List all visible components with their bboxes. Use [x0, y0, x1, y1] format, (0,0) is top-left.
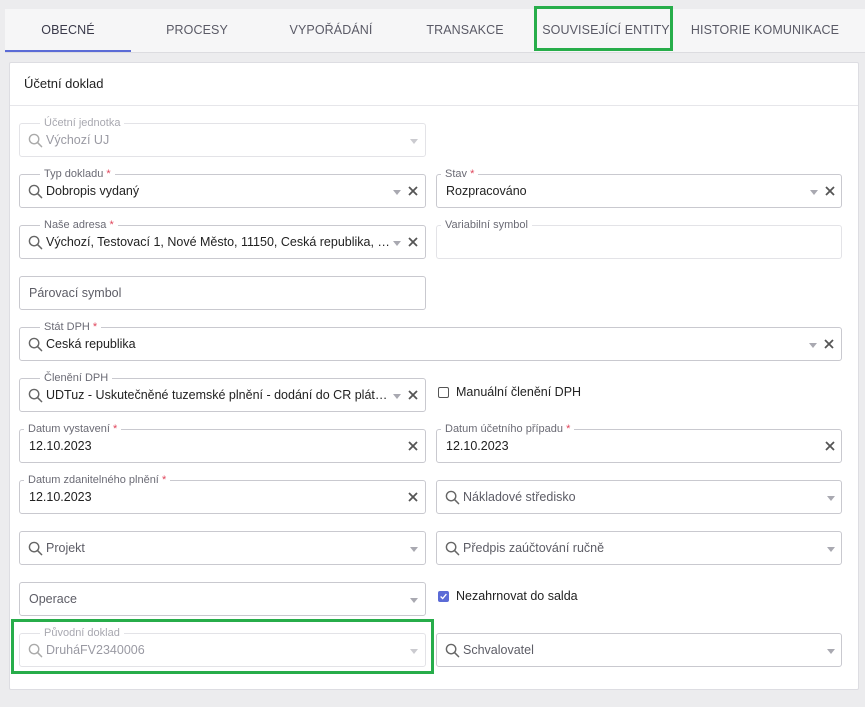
search-icon: [445, 643, 460, 658]
predpis-zauctovani-field[interactable]: Předpis zaúčtování ručně: [436, 531, 842, 565]
clear-icon[interactable]: [408, 186, 418, 196]
tab-historie-komunikace[interactable]: HISTORIE KOMUNIKACE: [677, 9, 853, 51]
field-placeholder: Nákladové středisko: [463, 490, 576, 504]
tab-transakce[interactable]: TRANSAKCE: [399, 9, 531, 51]
field-value: Dobropis vydaný: [46, 184, 140, 198]
clear-icon[interactable]: [825, 441, 835, 451]
field-value: Rozpracováno: [446, 184, 527, 198]
field-placeholder: Schvalovatel: [463, 643, 534, 657]
tab-bar: OBECNÉ PROCESY VYPOŘÁDÁNÍ TRANSAKCE SOUV…: [5, 9, 865, 53]
highlight-box-tab: [534, 6, 673, 51]
panel-title: Účetní doklad: [10, 63, 858, 106]
search-icon: [28, 388, 43, 403]
chevron-down-icon[interactable]: [810, 190, 818, 195]
stav-field[interactable]: Stav * Rozpracováno: [436, 167, 842, 208]
chevron-down-icon[interactable]: [809, 343, 817, 348]
field-label: Variabilní symbol: [441, 218, 532, 232]
stat-dph-field[interactable]: Stát DPH * Ceská republika: [19, 320, 842, 361]
tab-vyporadani[interactable]: VYPOŘÁDÁNÍ: [263, 9, 399, 51]
variabilni-symbol-field[interactable]: Variabilní symbol: [436, 218, 842, 259]
field-placeholder: Předpis zaúčtování ručně: [463, 541, 605, 555]
chevron-down-icon: [410, 139, 418, 144]
chevron-down-icon[interactable]: [410, 547, 418, 552]
field-placeholder: Párovací symbol: [29, 286, 122, 300]
nezahrnovat-do-salda-checkbox[interactable]: [438, 591, 449, 602]
clear-icon[interactable]: [408, 492, 418, 502]
field-value: 12.10.2023: [446, 439, 509, 453]
search-icon: [28, 235, 43, 250]
form-panel: Účetní doklad Účetní jednotka Výchozí UJ…: [9, 62, 859, 690]
typ-dokladu-field[interactable]: Typ dokladu * Dobropis vydaný: [19, 167, 426, 208]
chevron-down-icon[interactable]: [827, 547, 835, 552]
operace-field[interactable]: Operace: [19, 582, 426, 616]
nakladove-stredisko-field[interactable]: Nákladové středisko: [436, 480, 842, 514]
clear-icon[interactable]: [825, 186, 835, 196]
chevron-down-icon[interactable]: [827, 496, 835, 501]
field-placeholder: Operace: [29, 592, 77, 606]
chevron-down-icon[interactable]: [410, 598, 418, 603]
search-icon: [28, 133, 43, 148]
search-icon: [28, 337, 43, 352]
datum-vystaveni-field[interactable]: Datum vystavení * 12.10.2023: [19, 422, 426, 463]
cleneni-dph-field[interactable]: Členění DPH UDTuz - Uskutečněné tuzemské…: [19, 371, 426, 412]
nezahrnovat-do-salda-label: Nezahrnovat do salda: [456, 589, 578, 603]
field-value: Ceská republika: [46, 337, 136, 351]
tab-obecne[interactable]: OBECNÉ: [5, 9, 131, 52]
parovaci-symbol-field[interactable]: Párovací symbol: [19, 276, 426, 310]
search-icon: [445, 541, 460, 556]
manualni-cleneni-checkbox[interactable]: [438, 387, 449, 398]
datum-ucetniho-pripadu-field[interactable]: Datum účetního případu * 12.10.2023: [436, 422, 842, 463]
highlight-box-puvodni-doklad: [11, 619, 434, 674]
manualni-cleneni-label: Manuální členění DPH: [456, 385, 582, 399]
projekt-field[interactable]: Projekt: [19, 531, 426, 565]
field-value: Výchozí UJ: [46, 133, 110, 147]
tab-procesy[interactable]: PROCESY: [131, 9, 263, 51]
field-value: UDTuz - Uskutečněné tuzemské plnění - do…: [46, 388, 391, 402]
field-value: 12.10.2023: [29, 490, 92, 504]
schvalovatel-field[interactable]: Schvalovatel: [436, 633, 842, 667]
datum-zdanitelneho-plneni-field[interactable]: Datum zdanitelného plnění * 12.10.2023: [19, 473, 426, 514]
chevron-down-icon[interactable]: [393, 190, 401, 195]
check-icon: [440, 593, 447, 600]
clear-icon[interactable]: [824, 339, 834, 349]
field-placeholder: Projekt: [46, 541, 85, 555]
clear-icon[interactable]: [408, 441, 418, 451]
search-icon: [28, 541, 43, 556]
chevron-down-icon[interactable]: [393, 394, 401, 399]
clear-icon[interactable]: [408, 237, 418, 247]
field-value: 12.10.2023: [29, 439, 92, 453]
search-icon: [28, 184, 43, 199]
search-icon: [445, 490, 460, 505]
ucetni-jednotka-field: Účetní jednotka Výchozí UJ: [19, 116, 426, 157]
chevron-down-icon[interactable]: [393, 241, 401, 246]
field-value: Výchozí, Testovací 1, Nové Město, 11150,…: [46, 235, 391, 249]
nase-adresa-field[interactable]: Naše adresa * Výchozí, Testovací 1, Nové…: [19, 218, 426, 259]
chevron-down-icon[interactable]: [827, 649, 835, 654]
clear-icon[interactable]: [408, 390, 418, 400]
